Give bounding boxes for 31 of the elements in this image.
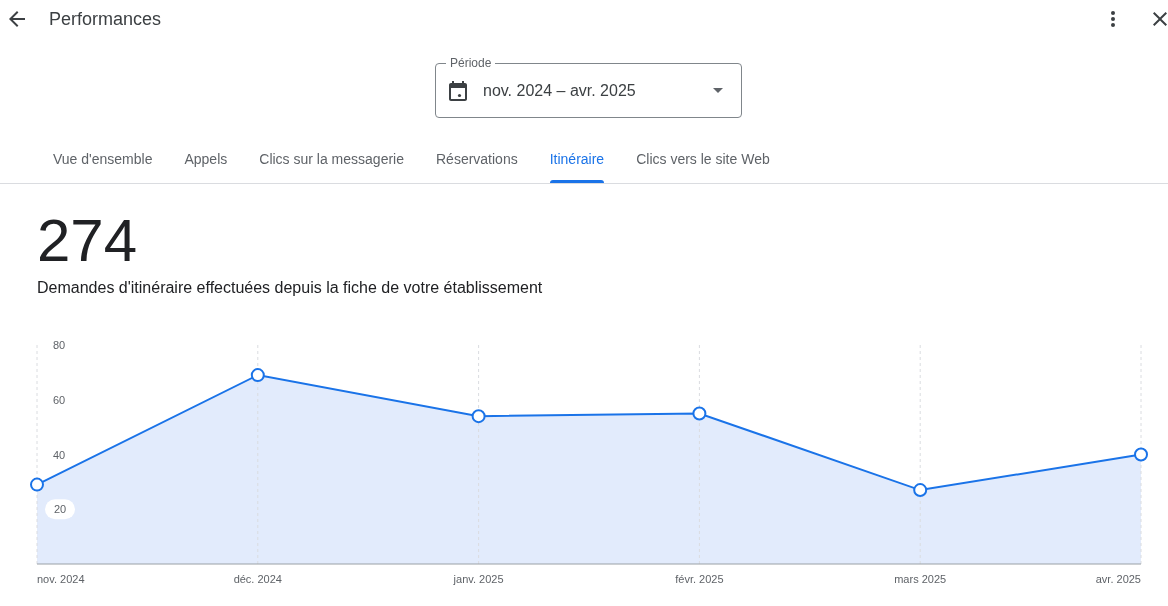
x-axis-label: avr. 2025	[1095, 573, 1141, 585]
x-axis-label: févr. 2025	[675, 573, 724, 585]
y-axis-label: 40	[53, 448, 66, 461]
caret-icon	[713, 88, 723, 93]
tab[interactable]: Clics vers le site Web	[620, 135, 786, 183]
data-point	[913, 483, 928, 498]
tab[interactable]: Appels	[168, 135, 244, 183]
x-axis-label: nov. 2024	[37, 573, 85, 585]
page-title: Performances	[49, 8, 162, 30]
tab[interactable]: Itinéraire	[533, 135, 621, 183]
data-point	[471, 409, 486, 424]
field-label: Période	[446, 56, 496, 70]
tab[interactable]: Clics sur la messagerie	[243, 135, 420, 183]
x-axis-label: mars 2025	[894, 573, 947, 585]
calendar-icon	[449, 80, 467, 101]
x-axis-label: janv. 2025	[453, 573, 504, 585]
data-point	[692, 406, 707, 421]
y-tick-label: 20	[53, 503, 67, 516]
tab[interactable]: Réservations	[420, 135, 534, 183]
data-point	[1134, 447, 1148, 462]
more-icon[interactable]	[1111, 11, 1115, 27]
tab[interactable]: Vue d'ensemble	[37, 135, 169, 183]
total-count: 274	[37, 211, 138, 271]
y-axis-label: 80	[53, 339, 66, 351]
x-axis-label: déc. 2024	[233, 573, 282, 585]
total-description: Demandes d'itinéraire effectuées depuis la fiche de votre établissement	[37, 278, 543, 298]
back-icon[interactable]	[9, 11, 25, 27]
data-point	[250, 368, 265, 383]
y-axis-label: 60	[53, 393, 66, 406]
data-point	[30, 477, 44, 492]
close-icon[interactable]	[1153, 12, 1167, 26]
